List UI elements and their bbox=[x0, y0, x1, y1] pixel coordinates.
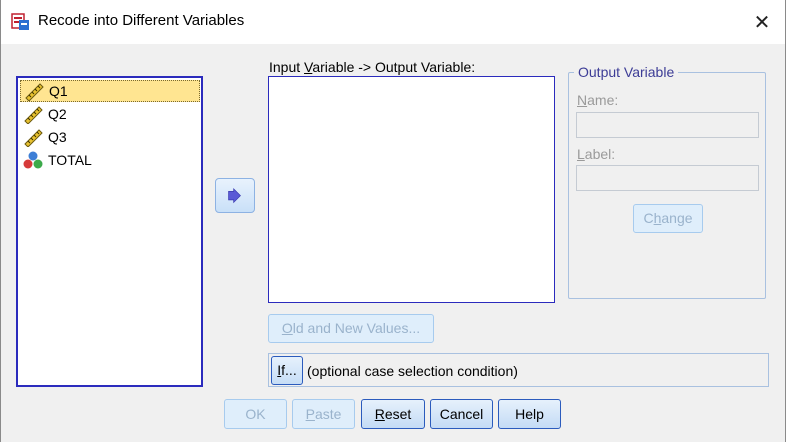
title-bar: Recode into Different Variables ✕ bbox=[0, 0, 786, 44]
reset-button[interactable]: Reset bbox=[361, 399, 425, 429]
change-button[interactable]: Change bbox=[633, 204, 703, 233]
nominal-balls-icon bbox=[23, 151, 43, 169]
name-label: Name: bbox=[577, 92, 619, 108]
if-button[interactable]: If... bbox=[271, 356, 303, 385]
label-field[interactable] bbox=[576, 165, 759, 191]
close-icon[interactable]: ✕ bbox=[748, 8, 776, 36]
cancel-button[interactable]: Cancel bbox=[430, 399, 493, 429]
ruler-scale-icon bbox=[25, 83, 44, 101]
move-variable-button[interactable] bbox=[215, 178, 255, 213]
list-item-q3[interactable]: Q3 bbox=[20, 126, 200, 148]
variable-label: Q1 bbox=[49, 83, 68, 99]
if-description: (optional case selection condition) bbox=[307, 363, 518, 379]
output-variable-group-title: Output Variable bbox=[574, 64, 679, 80]
variable-label: TOTAL bbox=[48, 152, 92, 168]
window-title: Recode into Different Variables bbox=[38, 12, 245, 29]
list-item-q2[interactable]: Q2 bbox=[20, 103, 200, 125]
name-field[interactable] bbox=[576, 112, 759, 138]
ruler-scale-icon bbox=[24, 106, 43, 124]
help-button[interactable]: Help bbox=[498, 399, 561, 429]
ok-button[interactable]: OK bbox=[224, 399, 287, 429]
input-output-label: Input Variable -> Output Variable: bbox=[269, 59, 476, 75]
ruler-scale-icon bbox=[24, 129, 43, 147]
arrow-right-icon bbox=[228, 187, 241, 203]
label-label: Label: bbox=[577, 146, 616, 162]
paste-button[interactable]: Paste bbox=[292, 399, 355, 429]
window-border-left bbox=[0, 0, 1, 442]
spss-app-icon bbox=[11, 13, 29, 30]
old-and-new-values-button[interactable]: Old and New Values... bbox=[268, 314, 434, 343]
variable-label: Q2 bbox=[48, 106, 67, 122]
variable-label: Q3 bbox=[48, 129, 67, 145]
input-output-variable-list[interactable] bbox=[268, 76, 555, 303]
source-variable-list[interactable]: Q1 Q2 Q3 TOTAL bbox=[16, 76, 203, 387]
list-item-q1[interactable]: Q1 bbox=[20, 80, 200, 102]
list-item-total[interactable]: TOTAL bbox=[20, 149, 200, 171]
